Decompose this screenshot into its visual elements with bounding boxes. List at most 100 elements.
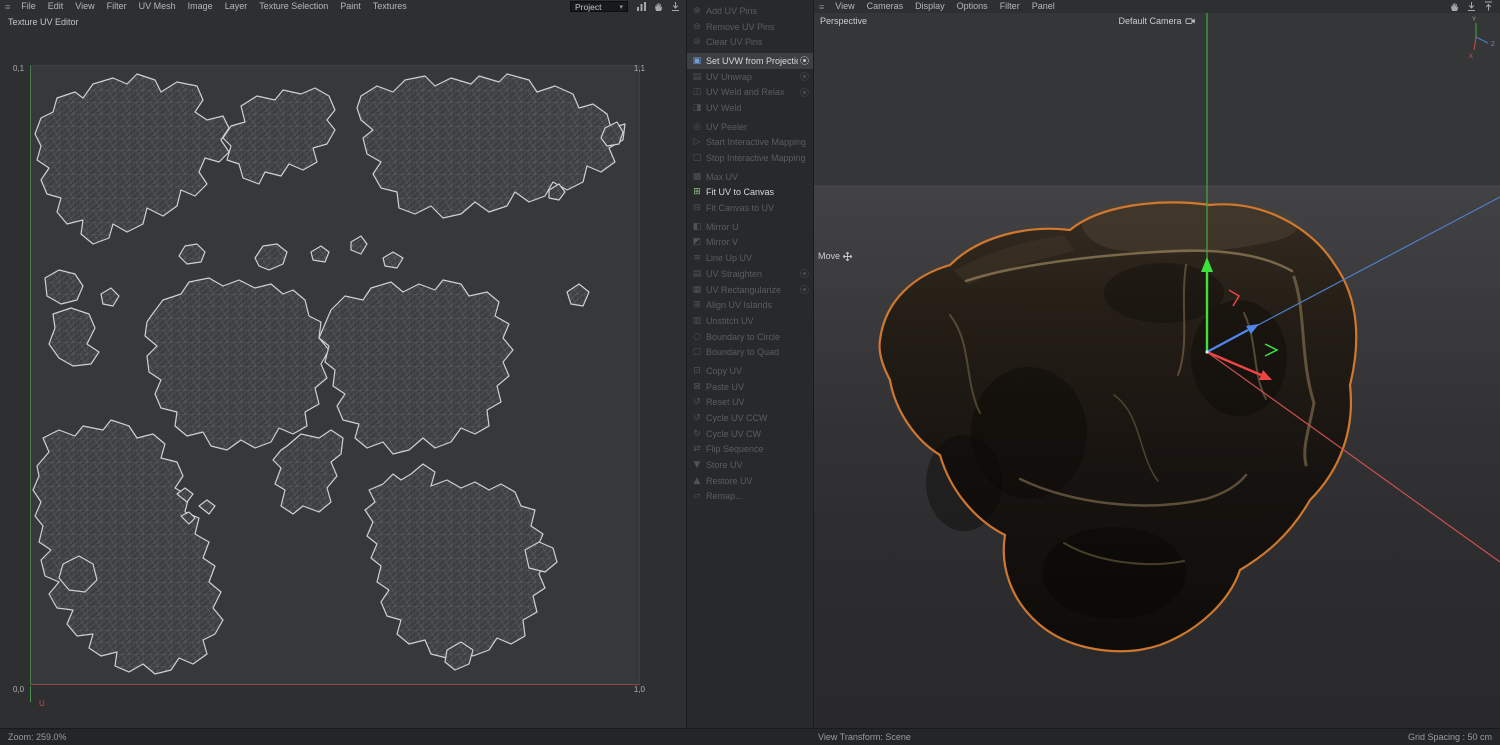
viewport-view-label[interactable]: Perspective (820, 16, 867, 26)
uv-command-label: UV Straighten (706, 269, 798, 279)
viewport-menu-options[interactable]: Options (951, 0, 994, 13)
viewport-3d[interactable]: Perspective Default Camera Move (814, 13, 1500, 728)
hamburger-menu-icon[interactable]: ≡ (814, 2, 829, 12)
dock-down-icon[interactable] (670, 1, 681, 12)
uv-weld-icon: ◨ (691, 103, 703, 113)
menu-paint[interactable]: Paint (334, 0, 367, 13)
stats-icon[interactable] (636, 1, 647, 12)
uv-editor-panel: Texture UV Editor 0,1 1,1 0,0 1,0 U (0, 13, 686, 728)
uv-command-set-uvw-from-projection[interactable]: ▣Set UVW from Projection (687, 53, 813, 69)
uv-island[interactable] (45, 270, 83, 304)
settings-gear-icon (800, 285, 809, 294)
application-window: ≡ FileEditViewFilterUV MeshImageLayerTex… (0, 0, 1500, 745)
status-bar: Zoom: 259.0% View Transform: Scene Grid … (0, 728, 1500, 745)
menu-textures[interactable]: Textures (367, 0, 413, 13)
viewport-menu-cameras[interactable]: Cameras (861, 0, 910, 13)
menu-texture-selection[interactable]: Texture Selection (253, 0, 334, 13)
uv-command-fit-canvas-to-uv: ⊟Fit Canvas to UV (687, 200, 813, 216)
x-axis-label: X (1469, 54, 1473, 60)
set-uvw-from-projection-icon: ▣ (691, 56, 703, 66)
uv-rectangularize-icon: ▦ (691, 285, 703, 295)
project-selector-label: Project (575, 2, 601, 12)
fit-uv-to-canvas-icon: ⊞ (691, 187, 703, 197)
hand-icon[interactable] (653, 1, 664, 12)
menu-uv-mesh[interactable]: UV Mesh (133, 0, 182, 13)
uv-command-label: Remove UV Pins (706, 22, 809, 32)
uv-island[interactable] (365, 464, 547, 658)
viewport-canvas[interactable]: Y Z X (814, 13, 1500, 728)
dock-down-icon[interactable] (1466, 1, 1477, 12)
uv-command-label: UV Unwrap (706, 72, 798, 82)
uv-command-label: Cycle UV CCW (706, 413, 809, 423)
uv-corner-label: 0,0 (13, 685, 24, 694)
uv-island[interactable] (273, 430, 343, 514)
menu-view[interactable]: View (69, 0, 100, 13)
uv-island[interactable] (101, 288, 119, 306)
uv-island[interactable] (351, 236, 367, 254)
uv-corner-label: 0,1 (13, 64, 24, 73)
menu-edit[interactable]: Edit (42, 0, 70, 13)
hand-icon[interactable] (1449, 1, 1460, 12)
menu-filter[interactable]: Filter (101, 0, 133, 13)
uv-command-uv-weld-and-relax: ◫UV Weld and Relax (687, 84, 813, 100)
uv-command-label: Fit UV to Canvas (706, 187, 809, 197)
flip-sequence-icon: ⇄ (691, 444, 703, 454)
uv-command-fit-uv-to-canvas[interactable]: ⊞Fit UV to Canvas (687, 185, 813, 201)
uv-command-label: Mirror V (706, 237, 809, 247)
restore-uv-icon: ▲ (691, 476, 703, 486)
menu-file[interactable]: File (15, 0, 42, 13)
uv-command-reset-uv: ↺Reset UV (687, 395, 813, 411)
uv-command-label: Copy UV (706, 366, 809, 376)
uv-command-copy-uv: ⊡Copy UV (687, 363, 813, 379)
uv-islands[interactable] (33, 74, 625, 674)
chevron-down-icon: ▾ (619, 3, 623, 11)
viewport-menu-filter[interactable]: Filter (994, 0, 1026, 13)
uv-command-uv-unwrap: ▤UV Unwrap (687, 69, 813, 85)
uv-island[interactable] (145, 278, 329, 450)
uv-island[interactable] (319, 280, 513, 454)
mirror-u-icon: ◧ (691, 222, 703, 232)
dock-up-icon[interactable] (1483, 1, 1494, 12)
grip-icon: ≡ (0, 2, 15, 12)
menu-layer[interactable]: Layer (219, 0, 254, 13)
uv-island[interactable] (49, 308, 99, 366)
remap-icon: ▱ (691, 491, 703, 501)
uv-command-label: Line Up UV (706, 253, 809, 263)
uv-command-label: Max UV (706, 172, 809, 182)
viewport-menu-view[interactable]: View (829, 0, 860, 13)
tool-label-text: Move (818, 251, 840, 261)
uv-island[interactable] (357, 74, 625, 218)
project-selector[interactable]: Project ▾ (570, 1, 628, 12)
viewport-menu-display[interactable]: Display (909, 0, 951, 13)
uv-island[interactable] (179, 244, 205, 264)
uv-island[interactable] (223, 88, 335, 184)
settings-gear-icon (800, 88, 809, 97)
viewport-menu-panel[interactable]: Panel (1026, 0, 1061, 13)
paste-uv-icon: ⊠ (691, 382, 703, 392)
uv-island[interactable] (35, 74, 229, 244)
uv-command-label: UV Peeler (706, 122, 809, 132)
viewport-camera-label[interactable]: Default Camera (1118, 16, 1195, 26)
uv-island[interactable] (33, 420, 223, 674)
uv-command-clear-uv-pins: ⊘Clear UV Pins (687, 34, 813, 50)
v-axis-indicator (30, 686, 36, 702)
uv-islands-canvas[interactable] (31, 66, 641, 686)
uv-command-store-uv: ▼Store UV (687, 457, 813, 473)
uv-canvas[interactable]: 0,1 1,1 0,0 1,0 U (30, 65, 640, 685)
uv-command-label: Reset UV (706, 397, 809, 407)
menu-image[interactable]: Image (182, 0, 219, 13)
uv-command-label: Fit Canvas to UV (706, 203, 809, 213)
uv-command-uv-rectangularize: ▦UV Rectangularize (687, 282, 813, 298)
settings-gear-icon[interactable] (800, 56, 809, 65)
uv-island[interactable] (567, 284, 589, 306)
store-uv-icon: ▼ (691, 460, 703, 470)
axis-indicator: Y Z X (1469, 17, 1495, 60)
uv-command-uv-peeler: ◎UV Peeler (687, 119, 813, 135)
uv-island[interactable] (311, 246, 329, 262)
toolbar-icons-right (1446, 0, 1497, 13)
uv-island[interactable] (199, 500, 215, 514)
rock-model[interactable] (879, 201, 1356, 652)
uv-island[interactable] (383, 252, 403, 268)
uv-island[interactable] (255, 244, 287, 270)
uv-command-line-up-uv: ≡Line Up UV (687, 250, 813, 266)
